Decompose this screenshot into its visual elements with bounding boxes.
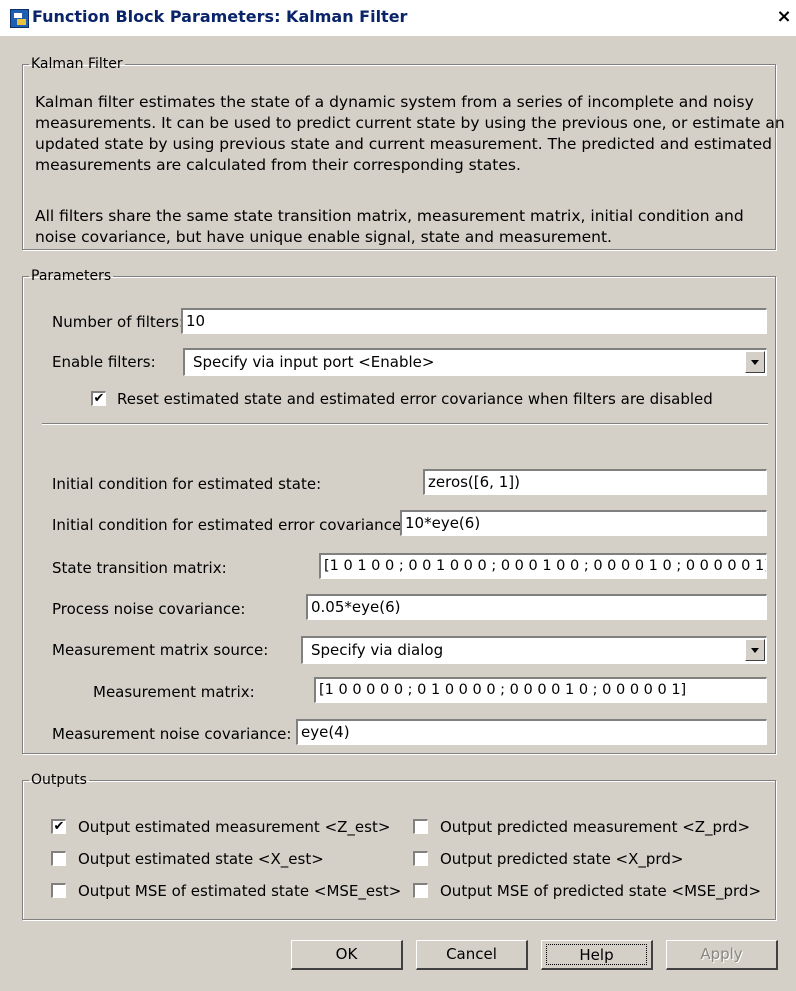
- enable-filters-label: Enable filters:: [52, 353, 156, 371]
- measurement-source-label: Measurement matrix source:: [52, 641, 269, 659]
- description-group: Kalman Filter Kalman filter estimates th…: [22, 56, 785, 250]
- apply-button[interactable]: Apply: [666, 940, 778, 970]
- output-z-prd-label: Output predicted measurement <Z_prd>: [440, 818, 751, 836]
- output-mse-prd-label: Output MSE of predicted state <MSE_prd>: [440, 882, 762, 900]
- title-bar: Function Block Parameters: Kalman Filter…: [0, 0, 796, 36]
- output-z-est-label: Output estimated measurement <Z_est>: [78, 818, 391, 836]
- number-of-filters-field[interactable]: 10: [181, 308, 767, 334]
- parameters-group-title: Parameters: [31, 268, 112, 284]
- output-mse-est-label: Output MSE of estimated state <MSE_est>: [78, 882, 402, 900]
- window-title: Function Block Parameters: Kalman Filter: [32, 7, 408, 26]
- description-paragraph-2: All filters share the same state transit…: [35, 207, 744, 246]
- process-noise-field[interactable]: 0.05*eye(6): [306, 594, 767, 620]
- enable-filters-dropdown[interactable]: Specify via input port <Enable>: [183, 348, 767, 376]
- measurement-source-dropdown[interactable]: Specify via dialog: [301, 636, 767, 664]
- help-button-label: Help: [546, 944, 647, 965]
- output-mse-prd-checkbox[interactable]: [413, 883, 428, 898]
- measurement-matrix-field[interactable]: [1 0 0 0 0 0 ; 0 1 0 0 0 0 ; 0 0 0 0 1 0…: [314, 677, 767, 703]
- measurement-matrix-label: Measurement matrix:: [93, 683, 255, 701]
- enable-filters-selected: Specify via input port <Enable>: [193, 353, 435, 371]
- description-paragraph-1: Kalman filter estimates the state of a d…: [35, 93, 785, 174]
- output-x-est-label: Output estimated state <X_est>: [78, 850, 324, 868]
- reset-state-checkbox[interactable]: ✔: [91, 391, 106, 406]
- help-button[interactable]: Help: [541, 940, 653, 970]
- chevron-down-icon[interactable]: [745, 639, 765, 661]
- output-z-est-checkbox[interactable]: ✔: [51, 819, 66, 834]
- output-z-prd-checkbox[interactable]: [413, 819, 428, 834]
- output-x-prd-checkbox[interactable]: [413, 851, 428, 866]
- output-mse-est-checkbox[interactable]: [51, 883, 66, 898]
- state-transition-field[interactable]: [1 0 1 0 0 ; 0 0 1 0 0 0 ; 0 0 0 1 0 0 ;…: [319, 553, 767, 579]
- measurement-noise-label: Measurement noise covariance:: [52, 725, 292, 743]
- close-icon[interactable]: ×: [774, 6, 794, 28]
- chevron-down-icon[interactable]: [745, 351, 765, 373]
- output-x-est-checkbox[interactable]: [51, 851, 66, 866]
- measurement-noise-field[interactable]: eye(4): [296, 719, 767, 745]
- ok-button[interactable]: OK: [291, 940, 403, 970]
- state-transition-label: State transition matrix:: [52, 559, 227, 577]
- description-group-title: Kalman Filter: [31, 56, 123, 72]
- parameters-separator: [42, 423, 768, 425]
- initial-covariance-label: Initial condition for estimated error co…: [52, 516, 407, 534]
- measurement-source-selected: Specify via dialog: [311, 641, 444, 659]
- process-noise-label: Process noise covariance:: [52, 600, 246, 618]
- initial-state-label: Initial condition for estimated state:: [52, 475, 322, 493]
- number-of-filters-label: Number of filters:: [52, 313, 185, 331]
- output-x-prd-label: Output predicted state <X_prd>: [440, 850, 684, 868]
- simulink-block-icon: [10, 9, 29, 28]
- initial-state-field[interactable]: zeros([6, 1]): [423, 469, 767, 495]
- outputs-group-title: Outputs: [31, 772, 87, 788]
- initial-covariance-field[interactable]: 10*eye(6): [400, 510, 767, 536]
- reset-state-label: Reset estimated state and estimated erro…: [117, 390, 713, 408]
- cancel-button[interactable]: Cancel: [416, 940, 528, 970]
